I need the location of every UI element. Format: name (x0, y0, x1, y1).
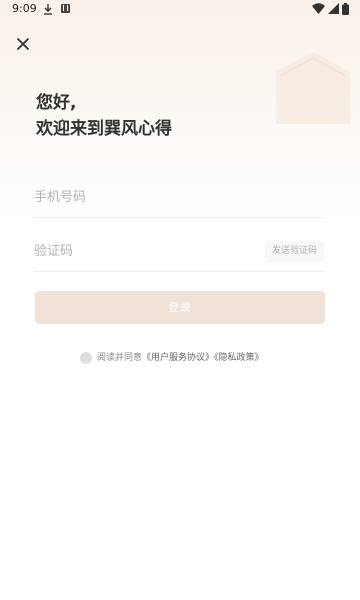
terms-of-service-link[interactable]: 《用户服务协议》 (142, 353, 214, 363)
greeting-hello: 您好, (36, 93, 77, 113)
privacy-policy-link[interactable]: 《隐私政策》 (214, 353, 264, 363)
status-time: 9:09 (12, 2, 37, 15)
phone-number-input[interactable] (34, 185, 320, 209)
greeting: 您好, 欢迎来到巽风心得 (36, 90, 316, 142)
login-page: 9:09 您好, 欢迎来到巽风心得 发送验证码 登录 阅读并同意 (0, 0, 360, 600)
battery-icon (342, 3, 349, 15)
agreement-text: 阅读并同意《用户服务协议》《隐私政策》 (97, 351, 264, 365)
wifi-icon (312, 3, 325, 14)
greeting-welcome: 欢迎来到巽风心得 (36, 119, 172, 139)
close-icon (17, 38, 29, 50)
send-code-button[interactable]: 发送验证码 (265, 241, 324, 262)
agreement-checkbox[interactable] (80, 352, 92, 364)
login-button[interactable]: 登录 (35, 291, 325, 324)
app-notification-icon (61, 4, 70, 13)
download-icon (44, 4, 52, 15)
verification-code-input[interactable] (34, 239, 254, 263)
agreement-row: 阅读并同意《用户服务协议》《隐私政策》 (80, 351, 300, 365)
close-button[interactable] (12, 33, 34, 55)
status-bar: 9:09 (0, 0, 360, 20)
signal-icon (328, 3, 339, 14)
code-divider (34, 271, 325, 272)
phone-divider (34, 217, 325, 218)
agreement-prefix: 阅读并同意 (97, 353, 143, 363)
